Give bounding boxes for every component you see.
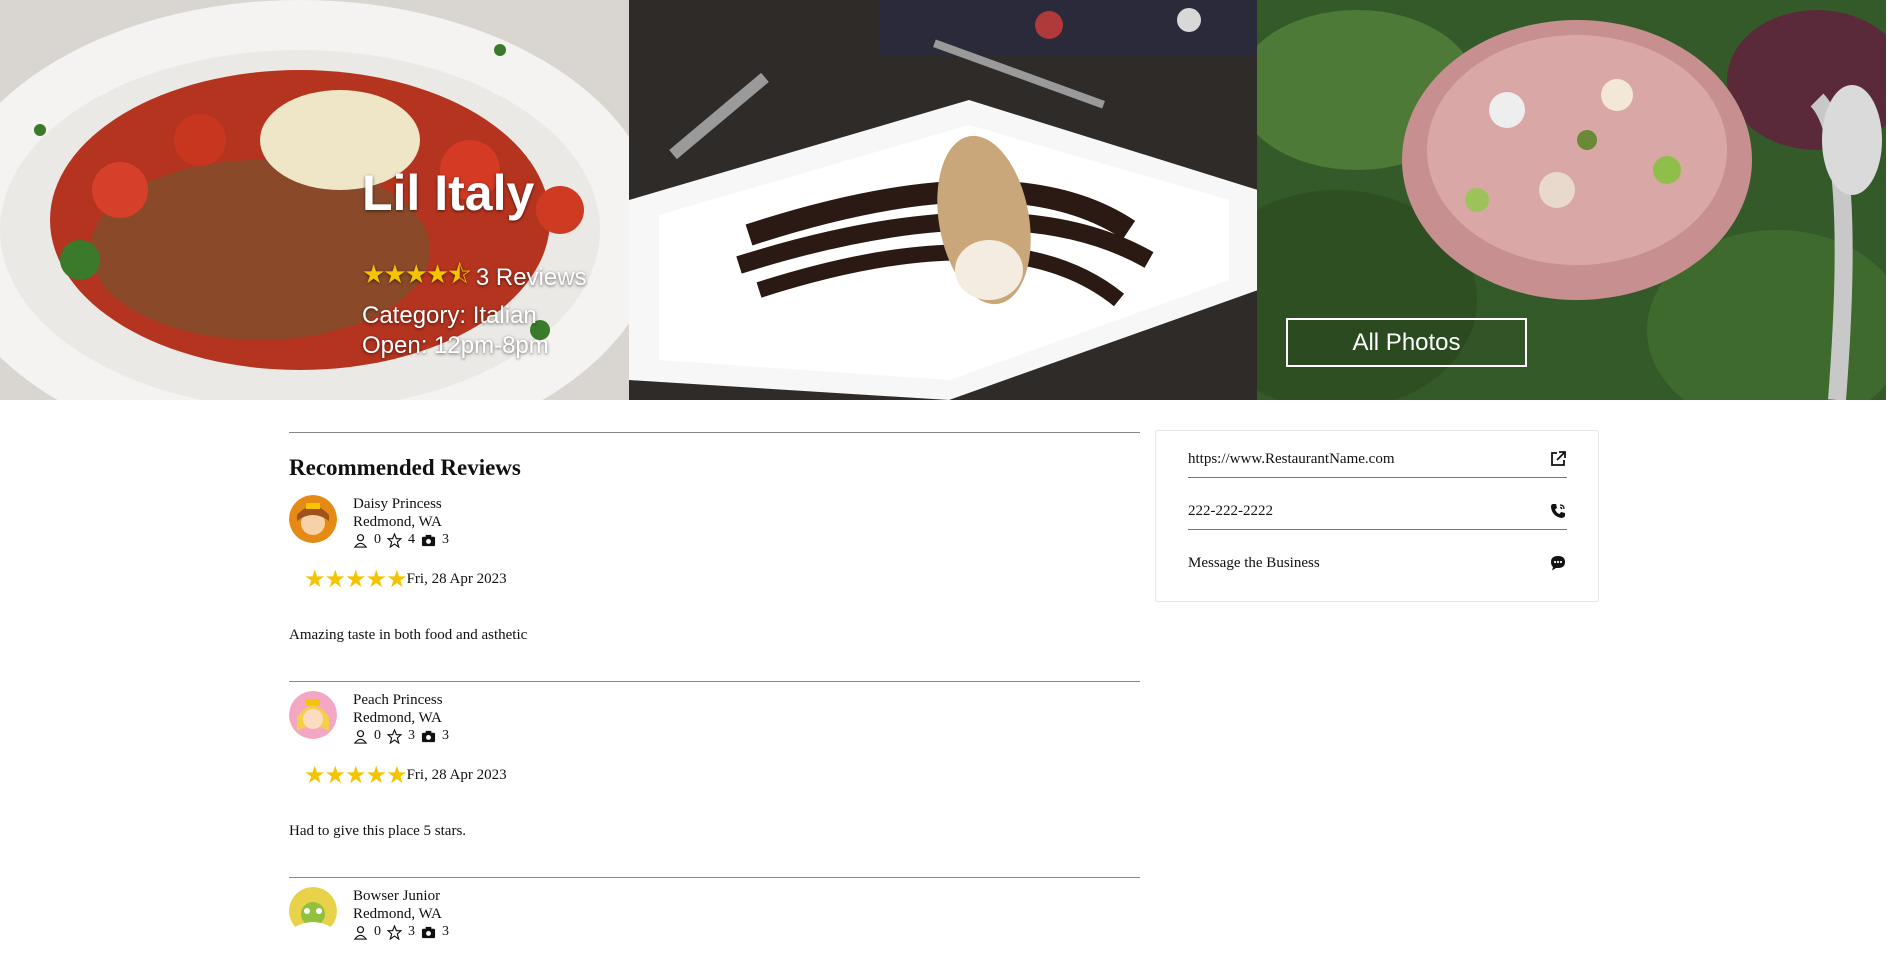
review-item: Peach Princess Redmond, WA 0 3 3 ★★★★★ F… xyxy=(289,691,1140,840)
person-icon xyxy=(353,729,368,744)
review-meta: ★★★★★ Fri, 28 Apr 2023 xyxy=(304,761,1140,790)
section-title: Recommended Reviews xyxy=(289,455,521,480)
photos-count: 3 xyxy=(442,532,449,547)
website-link[interactable]: https://www.RestaurantName.com xyxy=(1188,451,1394,468)
review-item: Daisy Princess Redmond, WA 0 4 3 ★★★★★ F… xyxy=(289,495,1140,644)
friends-count: 0 xyxy=(374,924,381,939)
divider xyxy=(289,877,1140,878)
hours-label: Open: 12pm-8pm xyxy=(362,332,549,359)
review-header: Bowser Junior Redmond, WA 0 3 3 xyxy=(289,887,1140,941)
divider xyxy=(289,681,1140,682)
star-outline-icon xyxy=(387,728,402,744)
photos-count: 3 xyxy=(442,924,449,939)
star-outline-icon xyxy=(387,924,402,940)
user-location: Redmond, WA xyxy=(353,906,442,922)
user-name[interactable]: Daisy Princess xyxy=(353,495,449,513)
divider xyxy=(289,432,1140,433)
stars-count: 3 xyxy=(408,924,415,939)
person-icon xyxy=(353,925,368,940)
avatar[interactable] xyxy=(289,691,337,739)
phone-row[interactable]: 222-222-2222 xyxy=(1188,497,1567,530)
category-label: Category: Italian xyxy=(362,302,537,329)
user-location: Redmond, WA xyxy=(353,710,442,726)
stars-count: 3 xyxy=(408,728,415,743)
person-icon xyxy=(353,533,368,548)
photos-count: 3 xyxy=(442,728,449,743)
all-photos-button[interactable]: All Photos xyxy=(1286,318,1527,367)
user-info: Daisy Princess Redmond, WA 0 4 3 xyxy=(353,495,449,549)
friends-count: 0 xyxy=(374,532,381,547)
review-meta: ★★★★★ Fri, 28 Apr 2023 xyxy=(304,565,1140,594)
user-stats: 0 3 3 xyxy=(353,727,449,745)
camera-icon xyxy=(421,926,436,938)
friends-count: 0 xyxy=(374,728,381,743)
review-date: Fri, 28 Apr 2023 xyxy=(406,571,507,587)
stars-count: 4 xyxy=(408,532,415,547)
user-name[interactable]: Bowser Junior xyxy=(353,887,449,905)
user-stats: 0 4 3 xyxy=(353,531,449,549)
review-stars: ★★★★★ xyxy=(304,567,408,593)
review-stars: ★★★★★ xyxy=(304,763,408,789)
star-outline-icon xyxy=(387,532,402,548)
review-date: Fri, 28 Apr 2023 xyxy=(406,767,507,783)
phone-icon[interactable] xyxy=(1549,502,1567,520)
review-header: Daisy Princess Redmond, WA 0 4 3 xyxy=(289,495,1140,549)
business-contact-card: https://www.RestaurantName.com 222-222-2… xyxy=(1155,430,1599,602)
reviews-section: Recommended Reviews Daisy Princess Redmo… xyxy=(289,432,1140,941)
camera-icon xyxy=(421,730,436,742)
user-location: Redmond, WA xyxy=(353,514,442,530)
reviews-count[interactable]: 3 Reviews xyxy=(476,264,587,292)
message-row[interactable]: Message the Business xyxy=(1188,549,1567,577)
avatar[interactable] xyxy=(289,887,337,935)
camera-icon xyxy=(421,534,436,546)
review-text: Amazing taste in both food and asthetic xyxy=(289,627,528,643)
user-info: Bowser Junior Redmond, WA 0 3 3 xyxy=(353,887,449,941)
review-item: Bowser Junior Redmond, WA 0 3 3 xyxy=(289,887,1140,941)
chat-bubble-icon[interactable] xyxy=(1549,554,1567,572)
photo-header: Lil Italy ★★★★⯪ 3 Reviews Category: Ital… xyxy=(0,0,1887,400)
rating-stars: ★★★★⯪ xyxy=(362,259,472,289)
cannoli-photo[interactable] xyxy=(628,0,1258,400)
user-info: Peach Princess Redmond, WA 0 3 3 xyxy=(353,691,449,745)
review-header: Peach Princess Redmond, WA 0 3 3 xyxy=(289,691,1140,745)
website-row[interactable]: https://www.RestaurantName.com xyxy=(1188,445,1567,478)
user-stats: 0 3 3 xyxy=(353,923,449,941)
avatar[interactable] xyxy=(289,495,337,543)
restaurant-name: Lil Italy xyxy=(362,165,535,221)
phone-number[interactable]: 222-222-2222 xyxy=(1188,503,1273,520)
rating-row: ★★★★⯪ 3 Reviews xyxy=(362,256,587,300)
user-name[interactable]: Peach Princess xyxy=(353,691,449,709)
review-text: Had to give this place 5 stars. xyxy=(289,823,467,839)
restaurant-info: Lil Italy ★★★★⯪ 3 Reviews Category: Ital… xyxy=(362,168,587,360)
message-business-link[interactable]: Message the Business xyxy=(1188,555,1320,572)
external-link-icon[interactable] xyxy=(1549,450,1567,468)
